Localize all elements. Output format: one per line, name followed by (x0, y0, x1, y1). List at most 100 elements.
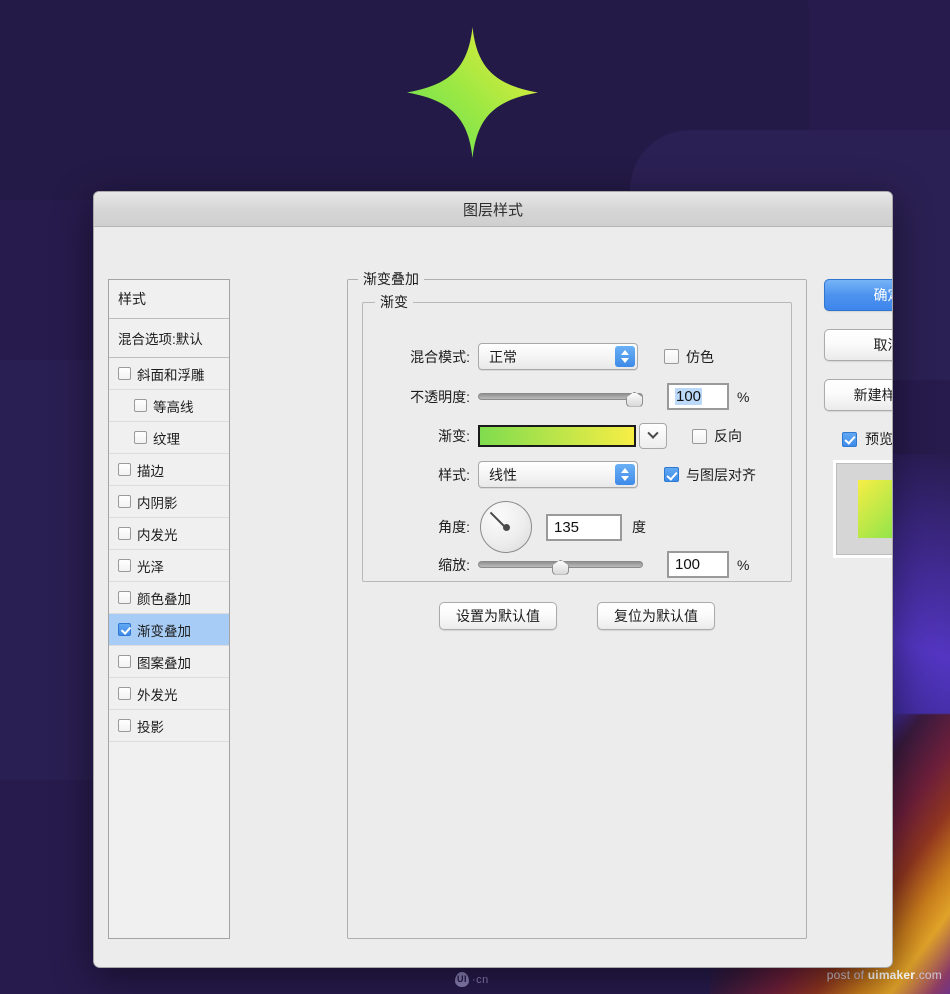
align-with-layer-row[interactable]: 与图层对齐 (664, 465, 756, 485)
style-checkbox-7[interactable] (118, 591, 131, 604)
scale-slider[interactable] (478, 559, 643, 575)
style-label-9: 图案叠加 (137, 655, 191, 671)
blend-mode-value: 正常 (489, 348, 517, 365)
reverse-checkbox-row[interactable]: 反向 (692, 426, 742, 446)
sidebar-item-2[interactable]: 纹理 (109, 422, 229, 454)
style-label-6: 光泽 (137, 559, 164, 575)
set-as-default-button[interactable]: 设置为默认值 (439, 602, 557, 630)
opacity-unit: % (737, 388, 750, 405)
style-checkbox-6[interactable] (118, 559, 131, 572)
uicn-logo-icon: UI (455, 972, 469, 987)
dither-checkbox[interactable] (664, 349, 679, 364)
opacity-input[interactable]: 100 (667, 383, 729, 410)
scale-input[interactable]: 100 (667, 551, 729, 578)
style-label-10: 外发光 (137, 687, 178, 703)
style-checkbox-10[interactable] (118, 687, 131, 700)
style-checkbox-9[interactable] (118, 655, 131, 668)
sidebar-item-1[interactable]: 等高线 (109, 390, 229, 422)
styles-panel-header[interactable]: 样式 (109, 280, 229, 319)
style-checkbox-11[interactable] (118, 719, 131, 732)
style-checkbox-0[interactable] (118, 367, 131, 380)
gradient-style-select[interactable]: 线性 (478, 461, 638, 488)
chevron-down-icon (647, 427, 659, 439)
style-checkbox-3[interactable] (118, 463, 131, 476)
sidebar-item-blending-options[interactable]: 混合选项:默认 (109, 319, 229, 358)
scale-value: 100 (675, 556, 701, 573)
sidebar-item-10[interactable]: 外发光 (109, 678, 229, 710)
gradient-overlay-group: 渐变叠加 渐变 混合模式: 正常 仿色 不透明度: 100 % 渐变: 反向 样… (347, 269, 807, 939)
cancel-button-label: 取消 (873, 337, 893, 353)
angle-label: 角度: (438, 519, 470, 535)
stepper-arrows-icon[interactable] (615, 464, 635, 485)
opacity-label: 不透明度: (410, 388, 470, 405)
align-with-layer-checkbox[interactable] (664, 467, 679, 482)
preview-checkbox[interactable] (842, 431, 857, 447)
uicn-logo-suffix: ·cn (472, 973, 489, 986)
sidebar-item-8[interactable]: 渐变叠加 (109, 614, 229, 646)
sidebar-item-4[interactable]: 内阴影 (109, 486, 229, 518)
gradient-swatch[interactable] (478, 425, 636, 447)
style-checkbox-8[interactable] (118, 623, 131, 636)
style-label-0: 斜面和浮雕 (137, 367, 205, 383)
reverse-checkbox[interactable] (692, 428, 707, 444)
style-label-3: 描边 (137, 463, 164, 479)
style-checkbox-1[interactable] (134, 399, 147, 412)
style-label-5: 内发光 (137, 527, 178, 543)
style-label: 样式: (438, 466, 470, 483)
gradient-group-label: 渐变 (375, 292, 413, 312)
dialog-titlebar[interactable]: 图层样式 (94, 192, 892, 227)
sidebar-item-11[interactable]: 投影 (109, 710, 229, 742)
watermark-suffix: .com (915, 968, 942, 982)
angle-value: 135 (554, 518, 580, 536)
angle-dial-hub (502, 523, 510, 531)
four-point-star-sparkle-icon (407, 27, 538, 158)
preview-checkbox-row[interactable]: 预览 (842, 429, 892, 449)
watermark-uicn: UI ·cn (455, 972, 489, 987)
sidebar-item-7[interactable]: 颜色叠加 (109, 582, 229, 614)
style-label-4: 内阴影 (137, 495, 178, 511)
default-buttons-row: 设置为默认值 复位为默认值 (348, 602, 806, 630)
dither-checkbox-row[interactable]: 仿色 (664, 347, 714, 367)
sidebar-item-0[interactable]: 斜面和浮雕 (109, 358, 229, 390)
watermark-prefix: post of (826, 968, 868, 982)
style-label-8: 渐变叠加 (137, 623, 191, 639)
angle-input[interactable]: 135 (546, 513, 622, 541)
dialog-actions: 确定 取消 新建样式... 预览 (824, 279, 893, 555)
preview-gradient-swatch (857, 480, 892, 538)
opacity-slider-track[interactable] (478, 392, 643, 400)
cancel-button[interactable]: 取消 (824, 329, 893, 361)
gradient-overlay-group-label: 渐变叠加 (358, 269, 424, 289)
opacity-value: 100 (675, 388, 703, 405)
sidebar-item-6[interactable]: 光泽 (109, 550, 229, 582)
angle-unit: 度 (632, 519, 646, 535)
stepper-arrows-icon[interactable] (615, 346, 635, 367)
new-style-button[interactable]: 新建样式... (824, 379, 893, 411)
layer-style-dialog: 图层样式 样式 混合选项:默认 斜面和浮雕等高线纹理描边内阴影内发光光泽颜色叠加… (93, 191, 893, 968)
reset-to-default-button[interactable]: 复位为默认值 (597, 602, 715, 630)
style-label-2: 纹理 (153, 431, 180, 447)
blend-mode-select[interactable]: 正常 (478, 343, 638, 370)
blend-mode-label: 混合模式: (410, 348, 470, 365)
styles-list: 斜面和浮雕等高线纹理描边内阴影内发光光泽颜色叠加渐变叠加图案叠加外发光投影 (109, 358, 229, 742)
blending-options-label: 混合选项:默认 (118, 332, 203, 347)
sidebar-item-5[interactable]: 内发光 (109, 518, 229, 550)
reverse-label: 反向 (714, 428, 742, 444)
sidebar-item-9[interactable]: 图案叠加 (109, 646, 229, 678)
styles-header-label: 样式 (118, 291, 146, 307)
gradient-dropdown-button[interactable] (639, 423, 667, 449)
angle-dial[interactable] (480, 501, 532, 553)
style-label-1: 等高线 (153, 399, 194, 415)
opacity-slider[interactable] (478, 391, 643, 407)
scale-row: 缩放: 100 % (363, 551, 791, 578)
new-style-button-label: 新建样式... (853, 387, 893, 403)
ok-button[interactable]: 确定 (824, 279, 892, 311)
sidebar-item-3[interactable]: 描边 (109, 454, 229, 486)
gradient-picker[interactable] (478, 423, 667, 449)
dialog-title: 图层样式 (462, 201, 523, 219)
blend-mode-row: 混合模式: 正常 仿色 (363, 343, 791, 370)
gradient-style-value: 线性 (489, 466, 517, 483)
watermark-brand: uimaker (867, 968, 916, 982)
style-checkbox-4[interactable] (118, 495, 131, 508)
style-checkbox-5[interactable] (118, 527, 131, 540)
style-checkbox-2[interactable] (134, 431, 147, 444)
